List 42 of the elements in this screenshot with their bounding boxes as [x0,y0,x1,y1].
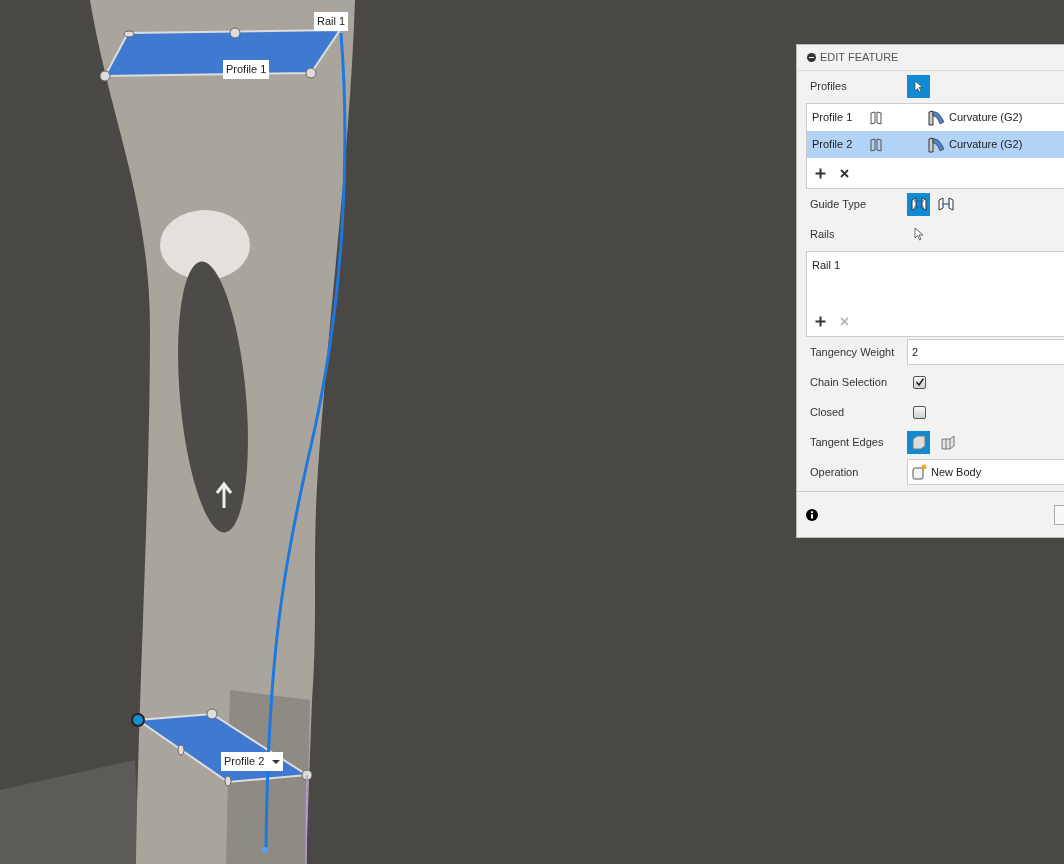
continuity-label: Curvature (G2) [949,137,1023,153]
checkbox[interactable] [913,405,926,419]
operation-dropdown[interactable]: New Body [907,459,1064,485]
tangent-edges-button[interactable] [907,430,930,454]
direction-icon [868,137,884,152]
curvature-icon[interactable] [928,136,946,153]
profile-name: Profile 2 [812,137,854,153]
continuity-label: Curvature (G2) [949,110,1023,126]
viewport-label[interactable]: Profile 2 [221,752,284,771]
field-label: Operation [810,464,860,480]
field-label: Guide Type [810,196,868,212]
viewport-label[interactable]: Rail 1 [314,12,349,31]
field-label: Tangent Edges [810,434,885,450]
direction-icon [868,110,884,125]
direction-arrow-icon[interactable] [215,481,233,510]
viewport-label[interactable]: Profile 1 [223,60,270,79]
profile-plane[interactable] [99,27,342,82]
pointer-icon [913,79,924,93]
tangency-weight-input[interactable]: 2 [907,339,1064,365]
field-label: Closed [810,404,846,420]
profile-row[interactable]: Profile 1 Curvature (G2) [807,104,1064,131]
guide-type-button[interactable] [907,192,930,216]
remove-icon[interactable] [840,168,849,178]
new-body-icon [911,464,927,480]
field-label: Rails [810,226,836,242]
add-icon[interactable] [815,167,826,179]
curvature-icon[interactable] [928,109,946,126]
checkbox[interactable] [913,375,926,389]
caret-icon [272,759,281,764]
pointer-icon[interactable] [914,227,925,241]
info-icon[interactable] [806,508,818,521]
field-label: Profiles [810,78,848,94]
field-label: Tangency Weight [810,344,896,360]
pointer-select-button[interactable] [907,74,930,98]
profile-name: Profile 1 [812,110,854,126]
collapse-icon[interactable] [807,53,816,62]
profile-row[interactable]: Profile 2 Curvature (G2) [807,131,1064,158]
rail-curve[interactable] [264,32,347,851]
rail-item[interactable]: Rail 1 [812,257,1064,274]
panel-title: EDIT FEATURE [820,50,899,66]
add-icon[interactable] [815,315,826,327]
field-label: Chain Selection [810,374,889,390]
